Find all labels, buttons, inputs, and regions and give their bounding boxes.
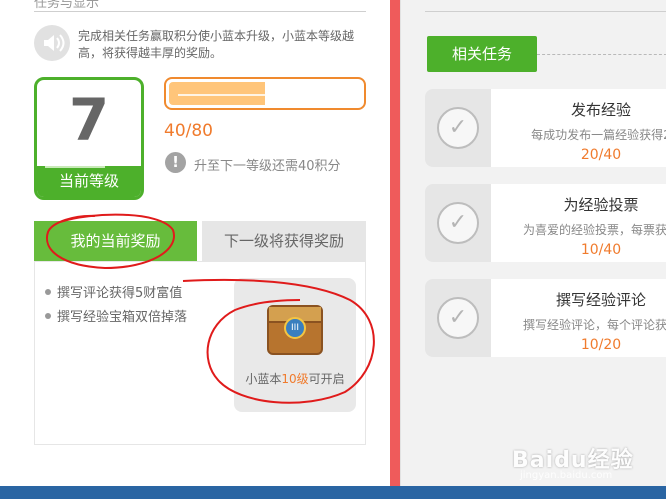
- tab-current-rewards[interactable]: 我的当前奖励: [34, 221, 197, 261]
- task-count: 20/40: [580, 147, 622, 163]
- task-count: 10/20: [580, 337, 622, 353]
- related-tasks-tag: 相关任务: [427, 36, 537, 72]
- treasure-chest-icon: III: [267, 305, 323, 355]
- level-label: 当前等级: [37, 166, 141, 197]
- left-panel-header: 任务与显示: [34, 0, 100, 11]
- chest-caption-prefix: 小蓝本: [245, 372, 282, 386]
- task-card-comment[interactable]: ✓ 撰写经验评论 撰写经验评论，每个评论获得 10/20: [425, 279, 666, 357]
- speaker-icon: [34, 25, 70, 61]
- check-icon: ✓: [437, 202, 479, 244]
- header-divider: [34, 11, 366, 12]
- reward-text: 撰写评论获得5财富值: [57, 286, 183, 301]
- divider-strip: [390, 0, 400, 499]
- task-check-area: ✓: [425, 184, 491, 262]
- right-panel: 相关任务 ✓ 发布经验 每成功发布一篇经验获得2 20/40 ✓ 为经验投票 为…: [400, 0, 666, 499]
- task-body: 为经验投票 为喜爱的经验投票，每票获得 10/40: [491, 184, 666, 262]
- progress-text: 40/80: [164, 121, 213, 141]
- task-title: 发布经验: [570, 101, 631, 119]
- chest-emblem: III: [284, 317, 306, 339]
- level-number: 7: [68, 86, 110, 154]
- bullet-icon: [45, 313, 51, 319]
- bottom-bar: [0, 486, 666, 499]
- left-panel: 任务与显示 完成相关任务赢取积分使小蓝本升级，小蓝本等级越高，将获得越丰厚的奖励…: [0, 0, 390, 499]
- task-card-vote[interactable]: ✓ 为经验投票 为喜爱的经验投票，每票获得 10/40: [425, 184, 666, 262]
- task-count: 10/40: [580, 242, 622, 258]
- treasure-chest-card[interactable]: III 小蓝本10级可开启: [234, 278, 356, 412]
- task-check-area: ✓: [425, 89, 491, 167]
- chest-caption: 小蓝本10级可开启: [234, 370, 356, 387]
- task-check-area: ✓: [425, 279, 491, 357]
- level-info-text: 完成相关任务赢取积分使小蓝本升级，小蓝本等级越高，将获得越丰厚的奖励。: [78, 29, 355, 60]
- check-icon: ✓: [437, 107, 479, 149]
- chest-caption-suffix: 可开启: [308, 372, 345, 386]
- progress-bar: [164, 77, 366, 110]
- dashed-divider: [537, 54, 666, 55]
- upgrade-hint: 升至下一等级还需40积分: [194, 159, 341, 174]
- bullet-icon: [45, 289, 51, 295]
- task-desc: 为喜爱的经验投票，每票获得: [522, 223, 666, 237]
- task-desc: 每成功发布一篇经验获得2: [531, 128, 666, 142]
- list-item: 撰写评论获得5财富值: [45, 282, 182, 301]
- watermark-url: jingyan.baidu.com: [520, 470, 613, 481]
- progress-shine: [178, 94, 268, 96]
- task-card-publish[interactable]: ✓ 发布经验 每成功发布一篇经验获得2 20/40: [425, 89, 666, 167]
- task-body: 撰写经验评论 撰写经验评论，每个评论获得 10/20: [491, 279, 666, 357]
- chest-caption-level: 10级: [281, 372, 309, 386]
- check-icon: ✓: [437, 297, 479, 339]
- warning-icon: !: [165, 152, 186, 173]
- header-divider: [425, 11, 666, 12]
- task-title: 撰写经验评论: [555, 291, 646, 309]
- tab-next-level-rewards[interactable]: 下一级将获得奖励: [202, 221, 366, 261]
- level-label-highlight: [45, 166, 105, 168]
- reward-text: 撰写经验宝箱双倍掉落: [57, 310, 188, 325]
- level-badge: 7 当前等级: [34, 77, 144, 200]
- task-body: 发布经验 每成功发布一篇经验获得2 20/40: [491, 89, 666, 167]
- list-item: 撰写经验宝箱双倍掉落: [45, 306, 187, 325]
- task-title: 为经验投票: [563, 196, 639, 214]
- task-desc: 撰写经验评论，每个评论获得: [522, 318, 666, 332]
- rewards-panel: 撰写评论获得5财富值 撰写经验宝箱双倍掉落 III 小蓝本10级可开启: [34, 261, 366, 445]
